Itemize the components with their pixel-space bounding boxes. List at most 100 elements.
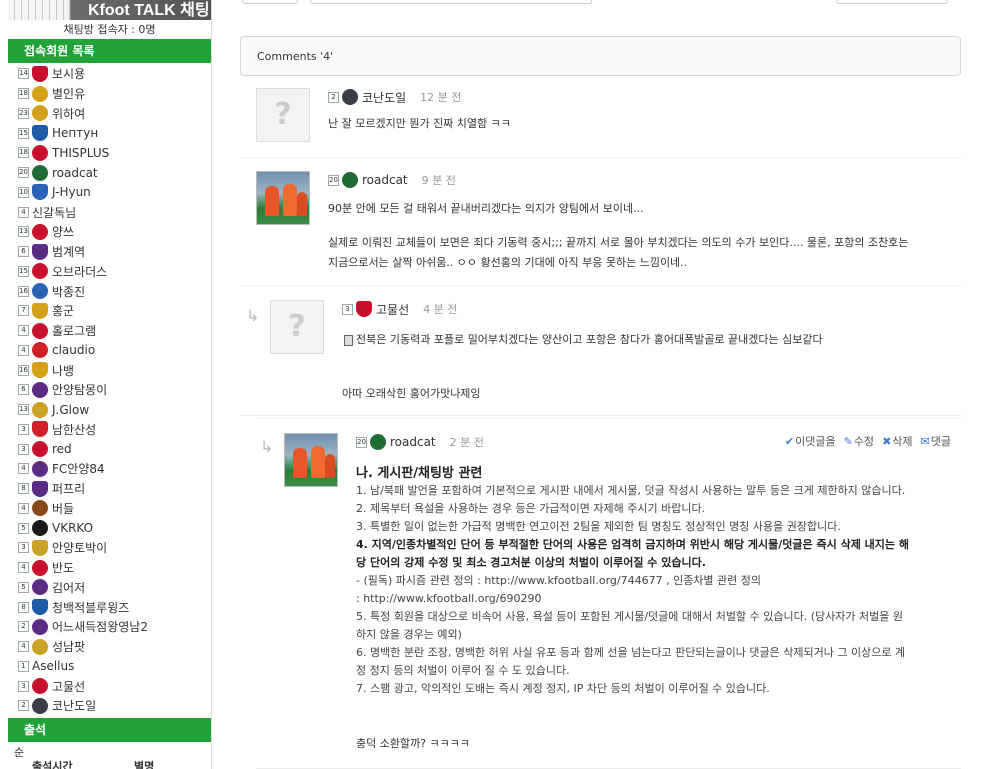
member-name[interactable]: 반도 xyxy=(52,559,74,576)
member-name[interactable]: 오브라더스 xyxy=(52,263,107,280)
member-item[interactable]: 20 roadcat xyxy=(8,163,211,183)
club-emblem-icon xyxy=(342,172,358,188)
avatar-photo[interactable] xyxy=(284,433,338,487)
rules-list: 1. 남/북패 발언을 포함하여 기본적으로 게시판 내에서 게시물, 덧글 작… xyxy=(356,482,956,698)
member-item[interactable]: 16 나뱅 xyxy=(8,360,211,380)
member-name[interactable]: red xyxy=(52,442,72,456)
member-name[interactable]: FC안양84 xyxy=(52,460,105,477)
member-item[interactable]: 18 THISPLUS xyxy=(8,143,211,163)
member-item[interactable]: 6 안양탐몽이 xyxy=(8,380,211,400)
member-name[interactable]: roadcat xyxy=(52,166,98,180)
comment-text: 난 잘 모르겠지만 뭔가 진짜 치열함 ㅋㅋ xyxy=(328,117,511,130)
member-item[interactable]: 5 김어저 xyxy=(8,578,211,598)
level-icon: 16 xyxy=(18,364,29,376)
level-icon: 14 xyxy=(18,68,29,80)
member-item[interactable]: 4 반도 xyxy=(8,558,211,578)
top-button-right[interactable] xyxy=(836,0,948,4)
member-name[interactable]: 나뱅 xyxy=(52,362,74,379)
member-name[interactable]: J.Glow xyxy=(52,403,89,417)
club-emblem-icon xyxy=(32,401,48,418)
comment-author[interactable]: 코난도일 xyxy=(362,89,406,106)
member-list: 14 보시용 18 별인유 23 위하여 15 Нептун 18 THISPLUS 20 roadc… xyxy=(8,63,211,716)
member-name[interactable]: 안양탐몽이 xyxy=(52,381,107,398)
member-name[interactable]: 코난도일 xyxy=(52,697,96,714)
member-name[interactable]: J-Hyun xyxy=(52,185,91,199)
member-item[interactable]: 2 코난도일 xyxy=(8,696,211,716)
member-item[interactable]: 4 성남팟 xyxy=(8,637,211,657)
member-name[interactable]: Нептун xyxy=(52,126,98,140)
level-icon: 5 xyxy=(18,522,29,534)
member-name[interactable]: 보시용 xyxy=(52,65,85,82)
member-name[interactable]: 홀로그램 xyxy=(52,322,96,339)
member-name[interactable]: 버들 xyxy=(52,500,74,517)
club-emblem-icon xyxy=(32,105,48,122)
member-item[interactable]: 5 VKRKO xyxy=(8,518,211,538)
kfoot-talk-logo[interactable]: Kfoot TALK 채팅 xyxy=(8,0,211,20)
comment-text: 지금으로서는 살짝 아쉬움.. ㅇㅇ 황선홍의 기대에 아직 부응 못하는 느낌… xyxy=(328,256,688,269)
comment-author[interactable]: roadcat xyxy=(390,435,436,449)
member-name[interactable]: 별인유 xyxy=(52,85,85,102)
member-name[interactable]: VKRKO xyxy=(52,521,93,535)
member-name[interactable]: 안양토박이 xyxy=(52,539,107,556)
member-name[interactable]: claudio xyxy=(52,343,95,357)
avatar-placeholder[interactable]: ? xyxy=(270,300,324,354)
member-item[interactable]: 10 J-Hyun xyxy=(8,183,211,203)
member-name[interactable]: 성남팟 xyxy=(52,638,85,655)
top-button-left[interactable] xyxy=(242,0,298,4)
member-item[interactable]: 13 양쓰 xyxy=(8,222,211,242)
member-name[interactable]: 고물선 xyxy=(52,678,85,695)
member-item[interactable]: 1 Asellus xyxy=(8,657,211,677)
member-name[interactable]: 위하여 xyxy=(52,105,85,122)
member-name[interactable]: 양쓰 xyxy=(52,223,74,240)
avatar-photo[interactable] xyxy=(256,171,310,225)
club-emblem-icon xyxy=(32,322,48,339)
member-name[interactable]: 남한산성 xyxy=(52,421,96,438)
member-item[interactable]: 4 FC안양84 xyxy=(8,459,211,479)
top-input[interactable] xyxy=(310,0,592,4)
comment-author[interactable]: roadcat xyxy=(362,173,408,187)
member-item[interactable]: 6 범계역 xyxy=(8,242,211,262)
club-emblem-icon xyxy=(32,85,48,102)
member-item[interactable]: 3 남한산성 xyxy=(8,420,211,440)
comment-author[interactable]: 고물선 xyxy=(376,301,409,318)
member-item[interactable]: 8 퍼프리 xyxy=(8,479,211,499)
member-name[interactable]: 홍군 xyxy=(52,302,74,319)
member-item[interactable]: 8 청백적블루윙즈 xyxy=(8,597,211,617)
member-item[interactable]: 4 홀로그램 xyxy=(8,321,211,341)
member-item[interactable]: 3 고물선 xyxy=(8,676,211,696)
member-name[interactable]: 신갈독님 xyxy=(32,204,76,221)
member-item[interactable]: 18 별인유 xyxy=(8,84,211,104)
member-name[interactable]: THISPLUS xyxy=(52,146,109,160)
member-item[interactable]: 4 버들 xyxy=(8,499,211,519)
member-item[interactable]: 14 보시용 xyxy=(8,64,211,84)
member-item[interactable]: 3 red xyxy=(8,439,211,459)
member-name[interactable]: 청백적블루윙즈 xyxy=(52,599,129,616)
member-name[interactable]: 범계역 xyxy=(52,243,85,260)
member-item[interactable]: 4 신갈독님 xyxy=(8,202,211,222)
reply-action-button[interactable]: ✔이댓글을 xyxy=(785,433,836,449)
member-item[interactable]: 2 어느새득점왕영남2 xyxy=(8,617,211,637)
member-name[interactable]: Asellus xyxy=(32,659,74,673)
club-emblem-icon xyxy=(32,302,48,319)
add-comment-button[interactable]: ✉댓글 xyxy=(921,433,951,449)
member-item[interactable]: 4 claudio xyxy=(8,341,211,361)
club-emblem-icon xyxy=(32,125,48,142)
member-item[interactable]: 3 안양토박이 xyxy=(8,538,211,558)
member-name[interactable]: 김어저 xyxy=(52,579,85,596)
club-emblem-icon xyxy=(32,480,48,497)
member-item[interactable]: 15 Нептун xyxy=(8,123,211,143)
member-item[interactable]: 23 위하여 xyxy=(8,104,211,124)
member-item[interactable]: 13 J.Glow xyxy=(8,400,211,420)
avatar-placeholder[interactable]: ? xyxy=(256,88,310,142)
member-name[interactable]: 어느새득점왕영남2 xyxy=(52,618,148,635)
member-item[interactable]: 15 오브라더스 xyxy=(8,262,211,282)
member-name[interactable]: 퍼프리 xyxy=(52,480,85,497)
level-icon: 4 xyxy=(18,463,29,475)
club-emblem-icon xyxy=(32,243,48,260)
delete-button[interactable]: ✖삭제 xyxy=(882,433,912,449)
edit-button[interactable]: ✎수정 xyxy=(844,433,874,449)
member-item[interactable]: 7 홍군 xyxy=(8,301,211,321)
rule-line: 6. 명백한 분란 조장, 명백한 허위 사실 유포 등과 함께 선을 넘는다고… xyxy=(356,646,906,659)
member-item[interactable]: 16 박종진 xyxy=(8,281,211,301)
member-name[interactable]: 박종진 xyxy=(52,283,85,300)
